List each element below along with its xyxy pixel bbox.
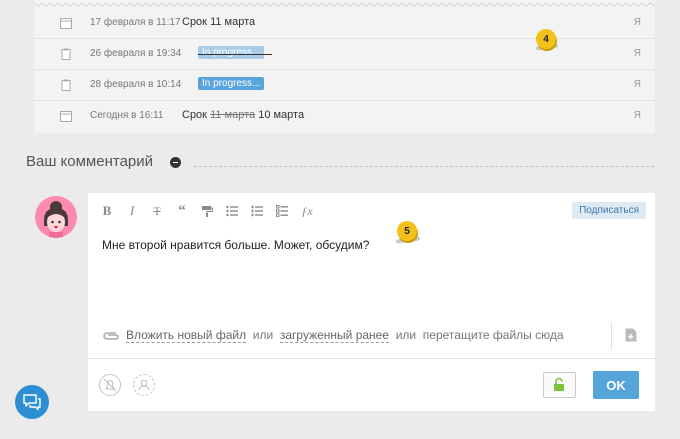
paint-roller-icon[interactable] xyxy=(199,203,215,219)
divider xyxy=(194,166,654,167)
comment-editor[interactable]: B I T “ ƒx Подписаться Мне второй нравит… xyxy=(88,193,655,411)
deadline-label: Срок xyxy=(182,109,207,121)
hint-badge[interactable]: 5 xyxy=(397,221,417,241)
separator xyxy=(88,358,655,359)
upload-new-file-link[interactable]: Вложить новый файл xyxy=(126,328,247,343)
collapse-icon[interactable] xyxy=(170,157,181,168)
calendar-icon xyxy=(60,111,72,122)
history-author: Я xyxy=(633,79,641,90)
history-author: Я xyxy=(633,17,641,28)
strikethrough-icon[interactable]: T xyxy=(149,203,165,219)
clipboard-icon xyxy=(61,48,71,60)
comment-title: Ваш комментарий xyxy=(26,153,154,170)
chat-icon xyxy=(23,394,41,411)
checklist-icon[interactable] xyxy=(274,203,290,219)
or-text: или xyxy=(252,328,274,342)
history-date: 28 февраля в 10:14 xyxy=(90,79,182,90)
history-row: 17 февраля в 11:17 Срок 11 марта Я xyxy=(34,8,655,39)
formatting-toolbar: B I T “ ƒx xyxy=(99,203,315,219)
deadline-old-value: 11 марта xyxy=(210,109,256,121)
clipboard-icon xyxy=(61,79,71,91)
history-date: 26 февраля в 19:34 xyxy=(90,48,182,59)
chat-button[interactable] xyxy=(15,385,49,419)
history-change: In progress... xyxy=(198,46,265,59)
assignee-icon[interactable] xyxy=(133,374,155,396)
attach-bar: Вложить новый файл или загруженный ранее… xyxy=(102,328,564,343)
torn-edge xyxy=(34,2,655,7)
deadline-label: Срок xyxy=(182,16,207,28)
formula-icon[interactable]: ƒx xyxy=(299,203,315,219)
calendar-icon xyxy=(60,18,72,29)
bold-icon[interactable]: B xyxy=(99,203,115,219)
history-date: 17 февраля в 11:17 xyxy=(90,17,181,28)
numbered-list-icon[interactable] xyxy=(249,203,265,219)
history-list: 17 февраля в 11:17 Срок 11 марта Я 26 фе… xyxy=(34,0,655,133)
ok-button[interactable]: OK xyxy=(593,371,639,399)
uploaded-files-link[interactable]: загруженный ранее xyxy=(279,328,390,343)
unlock-icon xyxy=(554,377,564,391)
subscribe-button[interactable]: Подписаться xyxy=(572,202,646,219)
bulleted-list-icon[interactable] xyxy=(224,203,240,219)
history-author: Я xyxy=(633,48,641,59)
deadline-value: 10 марта xyxy=(258,109,305,121)
strike-line xyxy=(198,54,272,55)
status-tag-old: In progress... xyxy=(198,46,265,59)
user-face-icon xyxy=(44,201,68,238)
history-row: Сегодня в 16:11 Срок 11 марта 10 марта Я xyxy=(34,101,655,132)
history-row: 28 февраля в 10:14 In progress... Я xyxy=(34,70,655,101)
history-change: Срок 11 марта 10 марта xyxy=(182,109,304,121)
mute-bell-icon[interactable] xyxy=(99,374,121,396)
avatar xyxy=(35,196,77,238)
deadline-value: 11 марта xyxy=(210,16,256,28)
history-change: In progress... xyxy=(198,77,265,90)
history-change: Срок 11 марта xyxy=(182,16,255,28)
history-date: Сегодня в 16:11 xyxy=(90,110,164,121)
separator xyxy=(611,322,612,350)
comment-text[interactable]: Мне второй нравится больше. Может, обсуд… xyxy=(102,238,369,252)
hint-badge[interactable]: 4 xyxy=(536,29,556,49)
history-row: 26 февраля в 19:34 In progress... Я xyxy=(34,39,655,70)
status-tag: In progress... xyxy=(198,77,265,90)
italic-icon[interactable]: I xyxy=(124,203,140,219)
visibility-lock-button[interactable] xyxy=(543,372,576,398)
paperclip-icon xyxy=(103,332,119,340)
drag-hint: перетащите файлы сюда xyxy=(422,328,564,342)
add-document-icon[interactable] xyxy=(625,328,637,342)
history-author: Я xyxy=(633,110,641,121)
quote-icon[interactable]: “ xyxy=(174,203,190,219)
or-text: или xyxy=(395,328,417,342)
